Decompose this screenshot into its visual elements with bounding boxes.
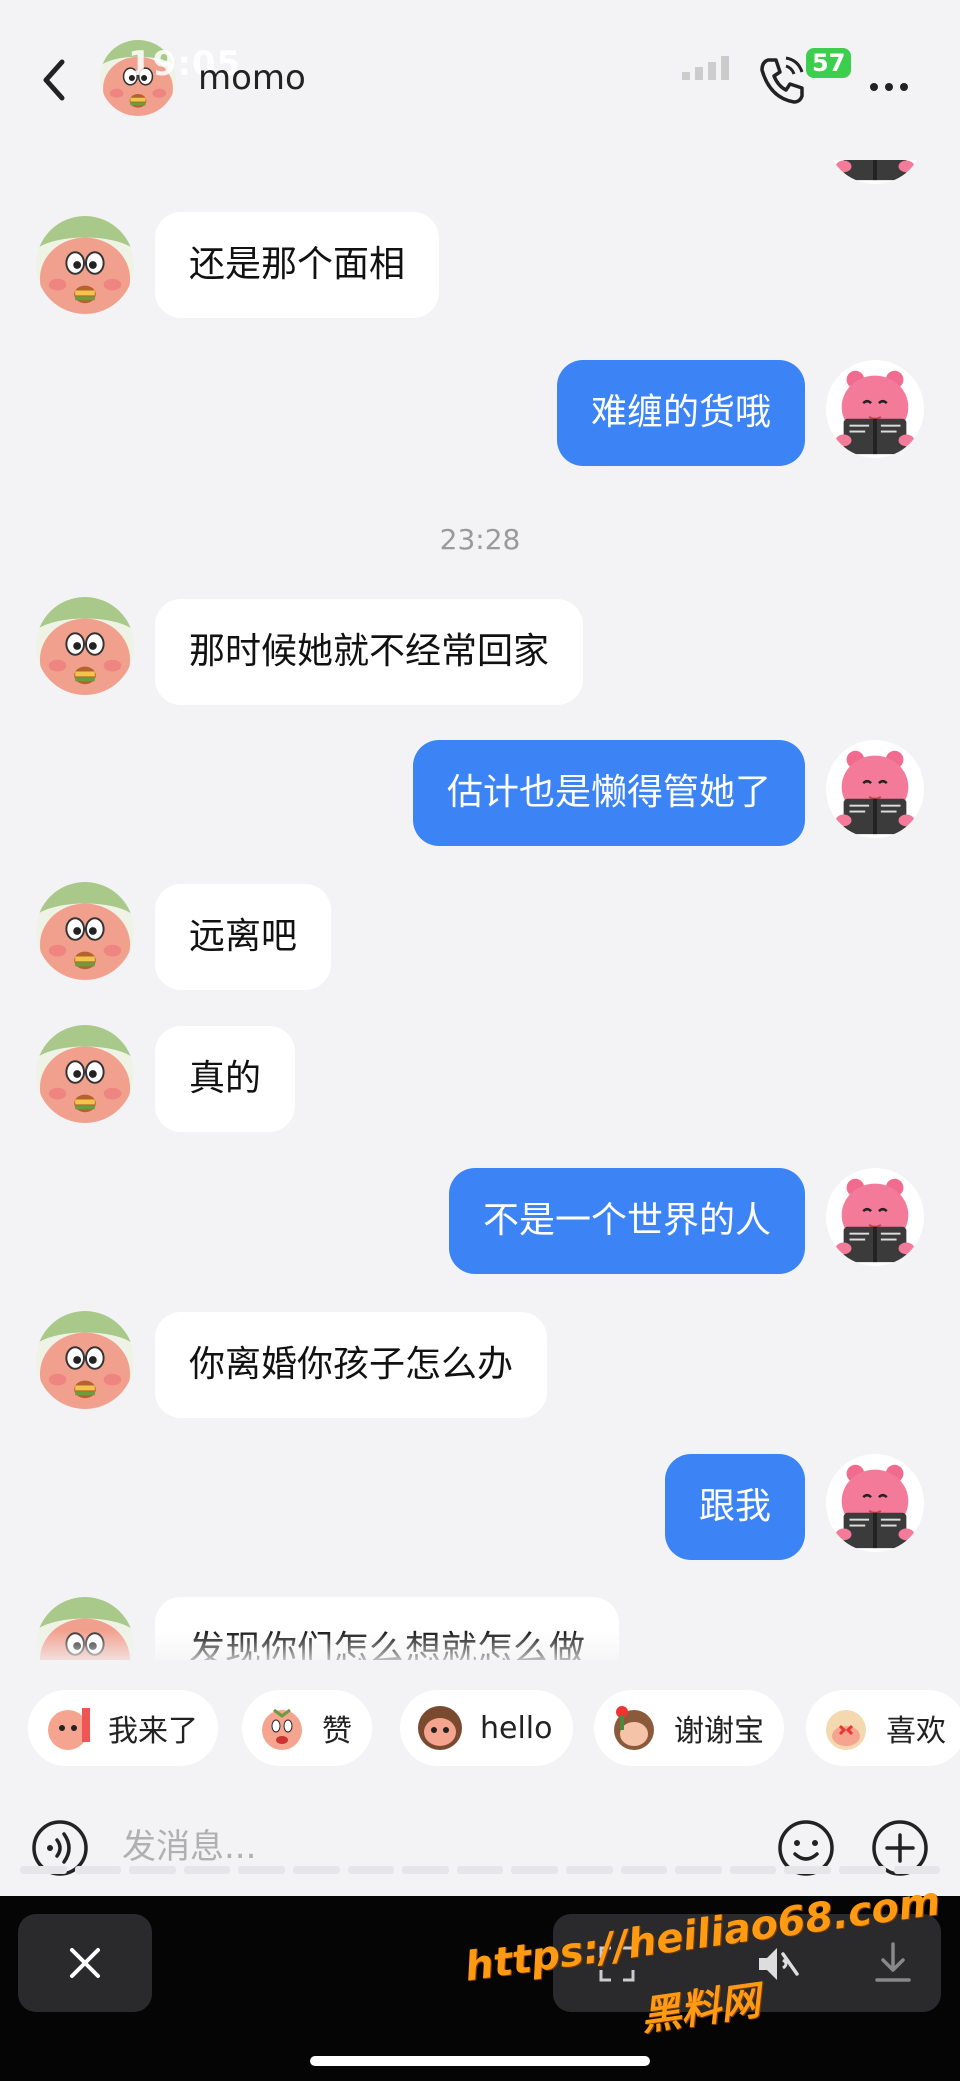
message-composer (0, 1804, 960, 1894)
quick-reply-label: hello (480, 1710, 553, 1746)
chat-fade (0, 1630, 960, 1660)
message-bubble-outgoing[interactable]: 不是一个世界的人 (448, 1168, 805, 1274)
phone-call-icon[interactable] (754, 52, 810, 108)
download-icon[interactable] (871, 1940, 915, 1988)
quick-reply-label: 谢谢宝 (674, 1714, 764, 1749)
contact-avatar[interactable] (36, 597, 134, 695)
sticker-icon (262, 1708, 302, 1750)
my-avatar[interactable] (826, 1168, 924, 1266)
loading-strip (20, 1866, 941, 1874)
battery-badge: 57 (806, 48, 852, 78)
more-options-icon[interactable] (870, 76, 915, 95)
quick-reply-chip[interactable]: hello (400, 1690, 573, 1766)
contact-avatar[interactable] (36, 1311, 134, 1409)
sticker-icon (418, 1706, 462, 1750)
home-indicator[interactable] (310, 2056, 650, 2066)
quick-reply-chip[interactable]: 我来了 (28, 1690, 218, 1766)
quick-reply-chip[interactable]: 谢谢宝 (594, 1690, 784, 1766)
sticker-icon (614, 1706, 654, 1750)
quick-reply-label: 赞 (322, 1714, 352, 1749)
quick-reply-label: 我来了 (108, 1714, 198, 1749)
close-icon (70, 1948, 100, 1978)
message-input[interactable] (122, 1804, 742, 1890)
my-avatar[interactable] (826, 1454, 924, 1552)
close-button[interactable] (18, 1914, 152, 2012)
contact-avatar[interactable] (36, 882, 134, 980)
contact-name[interactable]: momo (198, 58, 306, 98)
message-bubble-incoming[interactable]: 那时候她就不经常回家 (155, 599, 584, 705)
chat-header: 19:05 momo 57 (0, 0, 960, 160)
sticker-icon (48, 1708, 90, 1750)
message-bubble-incoming[interactable]: 远离吧 (155, 884, 332, 990)
contact-avatar[interactable] (36, 1025, 134, 1123)
message-bubble-incoming[interactable]: 还是那个面相 (155, 212, 440, 318)
back-arrow-icon[interactable] (36, 56, 72, 104)
quick-reply-label: 喜欢 (886, 1714, 946, 1749)
message-bubble-incoming[interactable]: 真的 (155, 1026, 296, 1132)
sticker-icon (826, 1710, 866, 1750)
message-bubble-outgoing[interactable]: 估计也是懒得管她了 (412, 740, 805, 846)
chat-area[interactable]: 还是那个面相 难缠的货哦 23:28 那时候她就不经常回家 估计也是懒得管她了 … (0, 0, 960, 1660)
signal-icon (682, 56, 729, 80)
quick-reply-chip[interactable]: 喜欢 (806, 1690, 960, 1766)
message-bubble-outgoing[interactable]: 难缠的货哦 (556, 360, 805, 466)
my-avatar[interactable] (826, 360, 924, 458)
message-timestamp: 23:28 (439, 523, 521, 556)
quick-reply-chip[interactable]: 赞 (242, 1690, 372, 1766)
message-bubble-outgoing[interactable]: 跟我 (664, 1454, 805, 1560)
contact-avatar[interactable] (36, 216, 134, 314)
quick-reply-bar: 我来了 赞 hello 谢谢宝 喜欢 (0, 1660, 960, 1804)
my-avatar[interactable] (826, 740, 924, 838)
message-bubble-incoming[interactable]: 你离婚你孩子怎么办 (155, 1312, 548, 1418)
